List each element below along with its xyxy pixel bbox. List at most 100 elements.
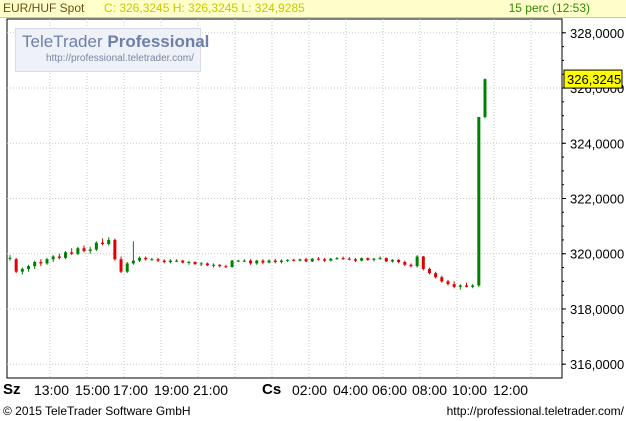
candle-body bbox=[298, 259, 302, 261]
candle-body bbox=[51, 256, 55, 260]
candle-body bbox=[212, 264, 216, 266]
y-tick-label: 324,0000 bbox=[570, 136, 624, 151]
candle-body bbox=[452, 284, 456, 287]
candle-body bbox=[14, 259, 18, 272]
candle-body bbox=[218, 264, 222, 267]
candle-body bbox=[57, 256, 61, 258]
candle-body bbox=[119, 259, 123, 272]
x-time-label: 17:00 bbox=[113, 382, 149, 398]
candle-body bbox=[267, 260, 271, 263]
candle-body bbox=[224, 266, 228, 268]
candle-body bbox=[329, 258, 333, 261]
candle-body bbox=[471, 285, 475, 287]
x-time-label: 02:00 bbox=[292, 382, 328, 398]
candle-body bbox=[440, 277, 444, 282]
candle-body bbox=[286, 259, 290, 261]
y-tick-label: 328,0000 bbox=[570, 26, 624, 41]
x-time-label: 19:00 bbox=[154, 382, 190, 398]
candle-body bbox=[205, 263, 209, 266]
candle-body bbox=[193, 262, 197, 265]
x-time-label: 10:00 bbox=[452, 382, 488, 398]
candle-body bbox=[88, 249, 92, 251]
candle-body bbox=[378, 257, 382, 259]
candle-body bbox=[335, 258, 339, 260]
logo-title: TeleTrader Professional bbox=[22, 32, 210, 51]
candle-body bbox=[242, 260, 246, 262]
candle-body bbox=[347, 258, 351, 260]
x-time-label: 08:00 bbox=[412, 382, 448, 398]
candle-body bbox=[458, 285, 462, 287]
x-axis-labels: Sz Cs 13:00 15:00 17:00 19:00 21:00 02:00 04:00 0… bbox=[0, 381, 626, 399]
candle-body bbox=[82, 248, 86, 251]
candle-body bbox=[353, 259, 357, 261]
candle-body bbox=[107, 239, 111, 245]
copyright-text: © 2015 TeleTrader Software GmbH bbox=[3, 404, 191, 418]
candle-body bbox=[131, 260, 135, 264]
x-time-label: 12:00 bbox=[493, 382, 529, 398]
candle-body bbox=[316, 258, 320, 260]
candle-body bbox=[477, 117, 481, 286]
candle-body bbox=[415, 256, 419, 267]
candle-body bbox=[372, 258, 376, 260]
logo-url: http://professional.teletrader.com/ bbox=[46, 53, 194, 64]
candle-body bbox=[70, 252, 74, 254]
x-day-label: Sz bbox=[3, 381, 21, 398]
teletrader-logo: TeleTrader Professional http://professio… bbox=[15, 28, 209, 72]
candle-body bbox=[33, 262, 37, 267]
y-tick-label: 320,0000 bbox=[570, 247, 624, 262]
candle-body bbox=[255, 260, 259, 264]
candle-body bbox=[390, 259, 394, 262]
candle-body bbox=[8, 257, 12, 259]
candle-body bbox=[397, 259, 401, 263]
candle-body bbox=[261, 260, 265, 263]
x-time-label: 13:00 bbox=[34, 382, 70, 398]
candle-body bbox=[125, 263, 129, 272]
candle-body bbox=[150, 259, 154, 261]
candle-body bbox=[138, 257, 142, 261]
x-time-label: 04:00 bbox=[333, 382, 369, 398]
candle-body bbox=[199, 263, 203, 265]
footer-link[interactable]: http://professional.teletrader.com/ bbox=[447, 402, 624, 421]
last-price-label: 326,3245 bbox=[567, 72, 621, 87]
candle-body bbox=[464, 285, 468, 287]
candle-body bbox=[403, 262, 407, 265]
candle-body bbox=[323, 259, 327, 261]
x-day-label: Cs bbox=[262, 381, 282, 398]
candle-body bbox=[421, 256, 425, 269]
candle-body bbox=[341, 258, 345, 260]
candle-body bbox=[187, 262, 191, 264]
candle-body bbox=[27, 266, 31, 269]
x-time-label: 06:00 bbox=[372, 382, 408, 398]
candle-body bbox=[20, 268, 24, 272]
candle-body bbox=[483, 79, 487, 118]
candle-body bbox=[304, 259, 308, 262]
candle-body bbox=[292, 259, 296, 261]
candle-body bbox=[409, 264, 413, 267]
candle-body bbox=[366, 258, 370, 260]
candle-body bbox=[162, 260, 166, 263]
candle-body bbox=[156, 259, 160, 261]
candle-body bbox=[249, 260, 253, 264]
candle-body bbox=[168, 260, 172, 263]
candle-body bbox=[279, 260, 283, 263]
candle-body bbox=[181, 260, 185, 263]
candle-body bbox=[94, 242, 98, 250]
y-axis: 316,0000 318,0000 320,0000 322,0000 324,0000… bbox=[562, 26, 624, 372]
candle-body bbox=[39, 262, 43, 264]
candle-body bbox=[45, 259, 49, 264]
y-tick-label: 316,0000 bbox=[570, 357, 624, 372]
candle-body bbox=[384, 257, 388, 262]
candle-body bbox=[113, 239, 117, 260]
candle-body bbox=[446, 281, 450, 285]
y-tick-label: 318,0000 bbox=[570, 302, 624, 317]
candle-body bbox=[101, 242, 105, 245]
x-time-label: 21:00 bbox=[193, 382, 229, 398]
candle-body bbox=[434, 273, 438, 278]
y-tick-label: 322,0000 bbox=[570, 192, 624, 207]
candle-body bbox=[144, 257, 148, 260]
candle-body bbox=[76, 248, 80, 254]
candle-body bbox=[175, 260, 179, 262]
candle-body bbox=[236, 260, 240, 262]
candle-body bbox=[427, 268, 431, 274]
candle-body bbox=[273, 260, 277, 263]
